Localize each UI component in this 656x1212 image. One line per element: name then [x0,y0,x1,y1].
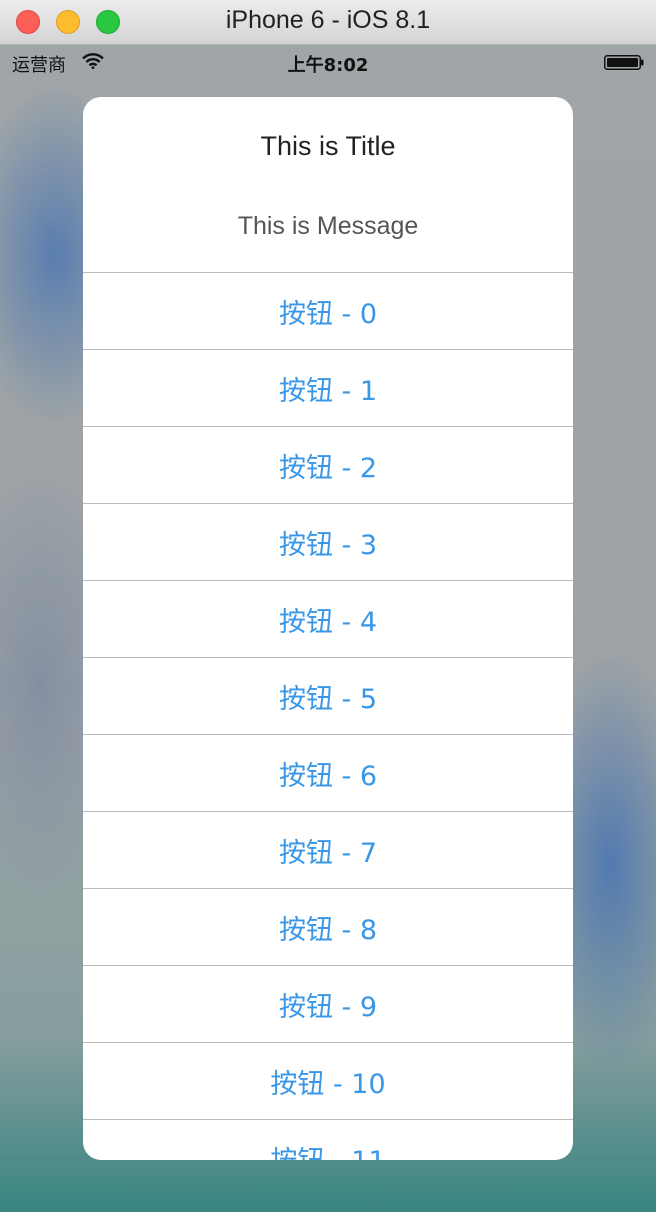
alert-message: This is Message [237,212,419,240]
window-title: iPhone 6 - iOS 8.1 [225,6,431,34]
battery-icon [604,55,644,70]
alert-button-1[interactable]: 按钮 - 1 [83,350,573,427]
alert-button-list: 按钮 - 0 按钮 - 1 按钮 - 2 按钮 - 3 按钮 - 4 按钮 - … [83,273,573,1160]
alert-button-7[interactable]: 按钮 - 7 [83,812,573,889]
alert-button-3[interactable]: 按钮 - 3 [83,504,573,581]
alert-button-4[interactable]: 按钮 - 4 [83,581,573,658]
window-titlebar: iPhone 6 - iOS 8.1 [0,0,656,45]
alert-title: This is Title [260,131,396,161]
alert-header: This is Title This is Message [83,97,573,273]
alert-button-10[interactable]: 按钮 - 10 [83,1043,573,1120]
status-bar: 运营商 上午8:02 [0,45,656,81]
alert-button-8[interactable]: 按钮 - 8 [83,889,573,966]
alert-button-9[interactable]: 按钮 - 9 [83,966,573,1043]
alert-button-5[interactable]: 按钮 - 5 [83,658,573,735]
alert-button-11[interactable]: 按钮 - 11 [83,1120,573,1161]
device-screen: 运营商 上午8:02 This is Title This is Message… [0,45,656,1212]
alert-button-2[interactable]: 按钮 - 2 [83,427,573,504]
alert-button-0[interactable]: 按钮 - 0 [83,273,573,350]
alert-dialog: This is Title This is Message 按钮 - 0 按钮 … [83,97,573,1160]
status-clock: 上午8:02 [287,55,369,76]
alert-button-6[interactable]: 按钮 - 6 [83,735,573,812]
